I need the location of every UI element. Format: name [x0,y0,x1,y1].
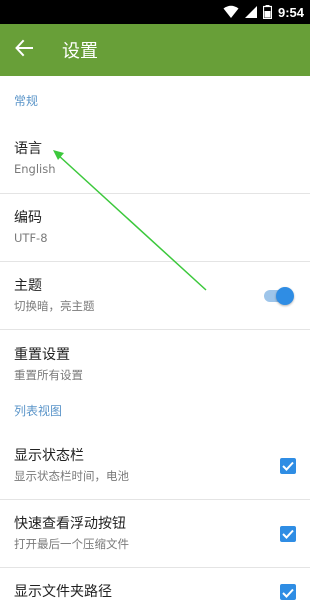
checkmark-icon [282,456,294,475]
theme-toggle-switch[interactable] [262,286,296,306]
pref-theme-title: 主题 [14,278,42,294]
pref-encoding-summary: UTF-8 [14,231,48,245]
show-status-bar-checkbox[interactable] [280,456,296,475]
arrow-back-icon [15,39,33,61]
quick-view-fab-checkbox[interactable] [280,524,296,543]
pref-language-title: 语言 [14,141,42,157]
pref-encoding-title: 编码 [14,210,42,226]
pref-show-status-bar-title: 显示状态栏 [14,448,84,464]
pref-show-folder-path[interactable]: 显示文件夹路径 [0,568,310,600]
page-title: 设置 [62,41,98,62]
pref-quick-view-fab-title: 快速查看浮动按钮 [14,516,126,532]
pref-show-folder-path-title: 显示文件夹路径 [14,584,112,600]
status-time: 9:54 [277,4,304,20]
back-button[interactable] [0,24,48,76]
pref-quick-view-fab-summary: 打开最后一个压缩文件 [14,537,129,551]
toggle-thumb [276,286,294,305]
pref-reset-title: 重置设置 [14,346,70,363]
battery-icon [262,5,272,19]
pref-theme-summary: 切换暗，亮主题 [14,299,95,313]
pref-quick-view-fab[interactable]: 快速查看浮动按钮 打开最后一个压缩文件 [0,500,310,568]
pref-show-status-bar-summary: 显示状态栏时间，电池 [14,469,129,483]
pref-reset[interactable]: 重置设置 重置所有设置 [0,330,310,398]
pref-reset-summary: 重置所有设置 [14,367,83,382]
section-header-list-view: 列表视图 [14,404,63,418]
pref-language-summary: English [14,162,56,176]
pref-encoding[interactable]: 编码 UTF-8 [0,194,310,262]
settings-list: 常规 语言 English 编码 UTF-8 主题 切换暗，亮主题 重置设置 重… [0,76,310,600]
checkmark-icon [282,524,294,543]
app-bar: 设置 [0,24,310,76]
checkmark-icon [282,583,294,600]
status-bar: 9:54 [0,0,310,24]
show-folder-path-checkbox[interactable] [280,584,296,600]
section-header-general: 常规 [14,93,39,108]
pref-language[interactable]: 语言 English [0,124,310,194]
wifi-icon [223,5,239,19]
signal-icon [244,6,257,18]
pref-show-status-bar[interactable]: 显示状态栏 显示状态栏时间，电池 [0,432,310,500]
pref-theme[interactable]: 主题 切换暗，亮主题 [0,262,310,330]
